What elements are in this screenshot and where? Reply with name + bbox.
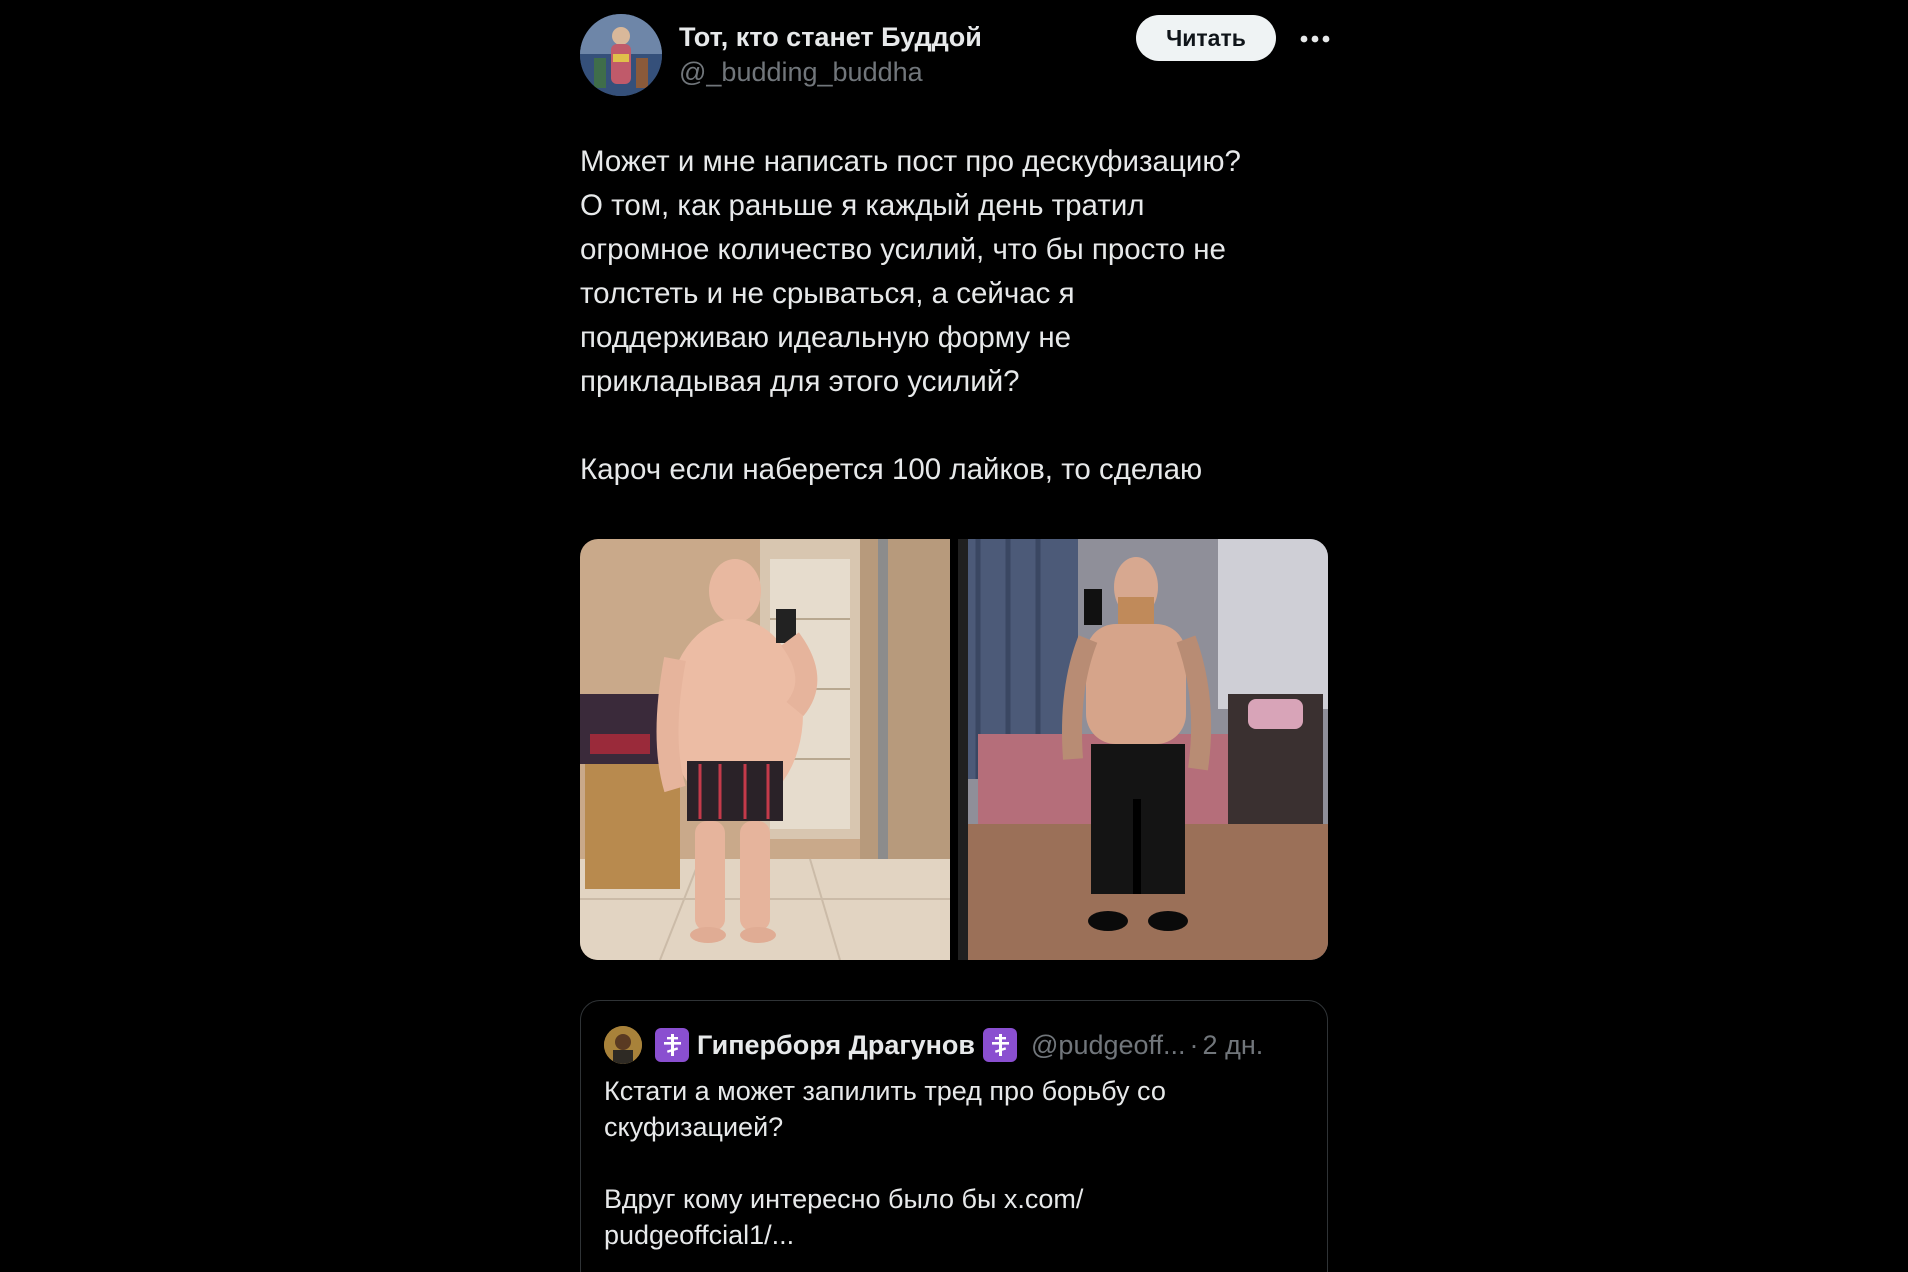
quote-timestamp[interactable]: 2 дн. [1203, 1030, 1264, 1061]
tweet-text-line: Может и мне написать пост про дескуфизац… [580, 145, 1241, 178]
tweet-text-line: О том, как раньше я каждый день тратил [580, 189, 1145, 222]
tweet-text: Может и мне написать пост про дескуфизац… [580, 140, 1328, 492]
quote-author-name[interactable]: Гиперборя Драгунов [697, 1030, 975, 1061]
more-horizontal-icon[interactable] [1298, 20, 1332, 58]
quote-tweet[interactable]: Гиперборя Драгунов @pudgeoff... · 2 дн. … [580, 1000, 1328, 1272]
author-handle[interactable]: @_budding_buddha [679, 57, 923, 88]
orthodox-cross-icon [983, 1028, 1018, 1062]
quote-separator: · [1189, 1029, 1199, 1060]
quote-text-line[interactable]: Вдруг кому интересно было бы x.com/ [604, 1181, 1304, 1217]
quote-avatar[interactable] [604, 1026, 642, 1064]
before-photo[interactable] [580, 539, 950, 960]
tweet-text-line: Кароч если наберется 100 лайков, то сдел… [580, 453, 1203, 486]
quote-author-handle[interactable]: @pudgeoff... [1031, 1030, 1186, 1061]
tweet-text-line: огромное количество усилий, что бы прост… [580, 233, 1226, 266]
after-photo[interactable] [958, 539, 1328, 960]
quote-text-line[interactable]: pudgeoffcial1/... [604, 1217, 1304, 1253]
quote-text: Кстати а может запилить тред про борьбу … [604, 1073, 1304, 1253]
tweet-text-line: поддерживаю идеальную форму не [580, 321, 1072, 354]
orthodox-cross-icon [655, 1028, 689, 1062]
quote-header: Гиперборя Драгунов @pudgeoff... · 2 дн. [655, 1025, 1263, 1065]
author-avatar[interactable] [580, 14, 662, 96]
follow-button[interactable]: Читать [1136, 15, 1276, 61]
tweet: Тот, кто станет Буддой @_budding_buddha … [580, 0, 1330, 1272]
tweet-text-line: прикладывая для этого усилий? [580, 365, 1020, 398]
tweet-media [580, 539, 1328, 960]
author-name[interactable]: Тот, кто станет Буддой [679, 22, 982, 53]
tweet-text-line: толстеть и не срываться, а сейчас я [580, 277, 1075, 310]
quote-text-line: скуфизацией? [604, 1112, 784, 1142]
quote-text-line: Кстати а может запилить тред про борьбу … [604, 1076, 1166, 1106]
